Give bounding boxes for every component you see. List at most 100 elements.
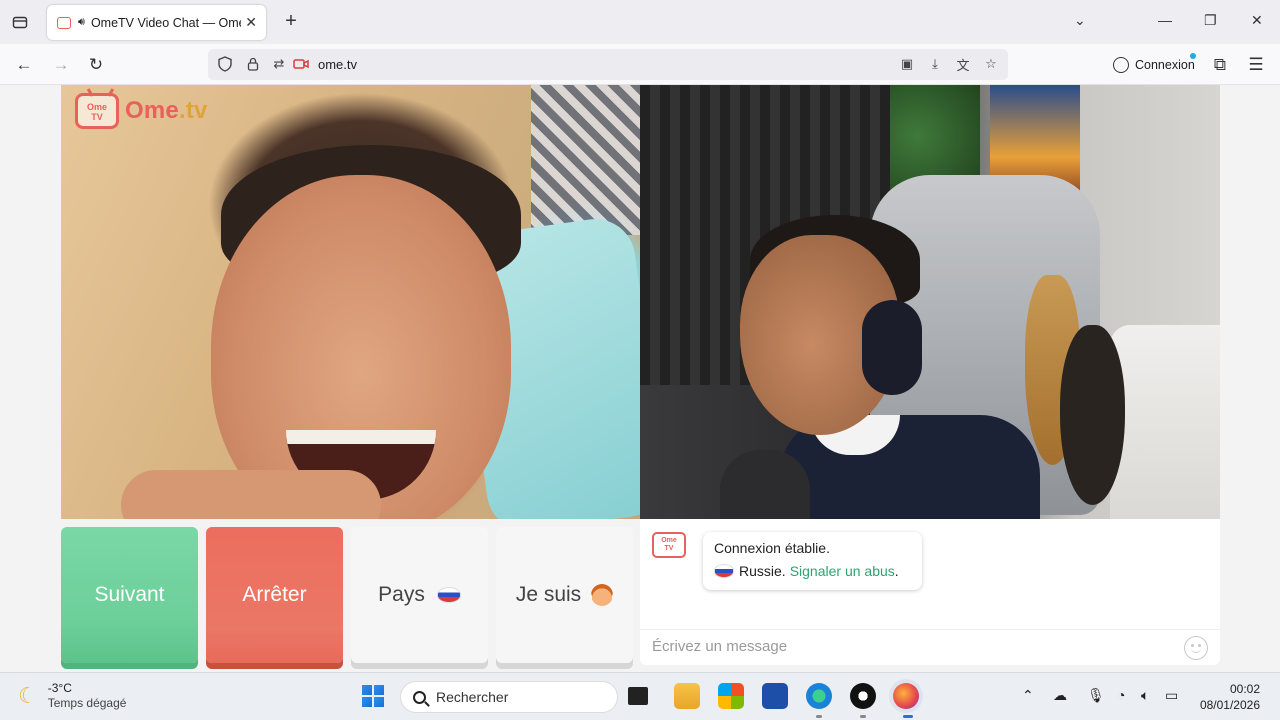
- report-abuse-link[interactable]: Signaler un abus: [790, 563, 895, 579]
- ometv-tv-logo-icon: Ome TV: [75, 93, 119, 129]
- account-icon: [1113, 56, 1129, 73]
- navigation-bar: ← → ↻ ⇄ ome.tv ▣ ⤓ 文 ☆ Connexion ⧉ ☰: [0, 44, 1280, 85]
- chat-badge-line1: Ome: [661, 537, 677, 544]
- firefox-active-indicator: [903, 715, 913, 718]
- weather-temperature: -3°C: [47, 681, 72, 695]
- tab-bar: 🔊︎ OmeTV Video Chat — Ome ✕ + ⌄ — ❐ ✕: [0, 0, 1280, 44]
- tab-list-button[interactable]: [8, 10, 32, 34]
- address-bar[interactable]: ⇄ ome.tv ▣ ⤓ 文 ☆: [208, 49, 1008, 80]
- boy-avatar-icon: [591, 584, 614, 606]
- logo-wordmark-main: Ome: [125, 97, 179, 124]
- background-bed: [1110, 325, 1220, 519]
- reload-button[interactable]: ↻: [85, 54, 107, 76]
- browser-tab-ometv[interactable]: 🔊︎ OmeTV Video Chat — Ome ✕: [47, 5, 266, 40]
- windows-taskbar: ☾ -3°C Temps dégagé Rechercher ⌃ ☁ 🎙︎ ◔ …: [0, 672, 1280, 720]
- remote-video-feed: [640, 85, 1220, 519]
- reader-view-icon[interactable]: ▣: [898, 55, 916, 73]
- system-message-bubble: Connexion établie. Russie. Signaler un a…: [703, 532, 922, 590]
- clock-date: 08/01/2026: [1199, 698, 1260, 712]
- chat-panel: Ome TV Connexion établie. Russie. Signal…: [640, 519, 1220, 665]
- firefox-icon[interactable]: [893, 683, 919, 709]
- obs-running-indicator: [860, 715, 866, 718]
- ometv-favicon-icon: [57, 16, 71, 29]
- extensions-icon[interactable]: ⧉: [1209, 54, 1231, 76]
- forward-button[interactable]: →: [50, 54, 72, 76]
- restore-window-button[interactable]: ❐: [1204, 12, 1217, 29]
- ometv-chat-avatar-icon: Ome TV: [652, 532, 686, 558]
- start-logo-tile: [362, 685, 372, 695]
- start-logo-tile: [374, 697, 384, 707]
- search-icon: [413, 690, 426, 704]
- emoji-picker-icon[interactable]: [1184, 636, 1208, 660]
- file-explorer-icon[interactable]: [674, 683, 700, 709]
- bookmark-star-icon[interactable]: ☆: [982, 55, 1000, 73]
- taskbar-clock[interactable]: 00:02 08/01/2026: [1198, 681, 1260, 713]
- camera-active-icon[interactable]: [292, 55, 310, 73]
- guitar-dark: [1060, 325, 1125, 505]
- save-to-pocket-icon[interactable]: ⤓: [926, 55, 944, 73]
- clock-time: 00:02: [1229, 682, 1260, 696]
- ometv-page: Ome TV Ome.tv Suivant Arrêter Pays Je su…: [0, 85, 1280, 672]
- tab-title: OmeTV Video Chat — Ome: [90, 15, 241, 30]
- weather-widget[interactable]: ☾ -3°C Temps dégagé: [18, 681, 126, 711]
- zoom-like-app-icon[interactable]: [762, 683, 788, 709]
- account-button-label: Connexion: [1135, 57, 1195, 72]
- start-logo-tile: [362, 697, 372, 707]
- local-video-feed: Ome TV Ome.tv: [61, 85, 640, 519]
- microsoft-store-icon[interactable]: [718, 683, 744, 709]
- weather-condition: Temps dégagé: [47, 696, 127, 710]
- russia-flag-icon: [714, 564, 734, 578]
- permissions-icon[interactable]: ⇄: [270, 55, 288, 73]
- tab-overflow-chevron-icon[interactable]: ⌄: [1074, 12, 1086, 29]
- microphone-icon[interactable]: 🎙︎: [1087, 687, 1105, 704]
- partner-country-line: Russie. Signaler un abus.: [714, 563, 912, 579]
- logo-wordmark-suffix: .tv: [178, 97, 208, 124]
- url-text: ome.tv: [318, 57, 358, 72]
- stop-button-label: Arrêter: [242, 583, 307, 606]
- country-select-button[interactable]: Pays: [351, 527, 488, 663]
- account-signin-button[interactable]: Connexion: [1105, 49, 1200, 80]
- menu-hamburger-icon[interactable]: ☰: [1245, 54, 1267, 76]
- speaker-icon[interactable]: 🔊︎: [78, 16, 85, 29]
- gender-button-label: Je suis: [515, 583, 582, 606]
- lock-icon[interactable]: [244, 55, 262, 73]
- logo-wordmark: Ome.tv: [125, 97, 208, 125]
- moon-icon: ☾: [18, 683, 38, 708]
- new-tab-button[interactable]: +: [280, 10, 302, 32]
- ometv-logo[interactable]: Ome TV Ome.tv: [75, 93, 208, 129]
- chat-input-row: [640, 629, 1220, 665]
- person-headphones: [862, 300, 922, 395]
- edge-browser-icon[interactable]: [806, 683, 832, 709]
- onedrive-cloud-icon[interactable]: ☁: [1053, 687, 1067, 704]
- chat-message-input[interactable]: [652, 638, 1152, 655]
- translate-icon[interactable]: 文: [954, 55, 972, 73]
- minimize-window-button[interactable]: —: [1158, 12, 1172, 28]
- show-hidden-icons-chevron-icon[interactable]: ⌃: [1022, 687, 1034, 704]
- next-button-label: Suivant: [94, 583, 165, 606]
- russia-flag-icon: [436, 587, 461, 603]
- start-logo-tile: [374, 685, 384, 695]
- tracking-shield-icon[interactable]: [216, 55, 234, 73]
- logo-badge-line2: TV: [91, 112, 103, 122]
- wifi-icon[interactable]: ◔: [1117, 687, 1125, 703]
- microphone: [720, 450, 810, 519]
- taskbar-search-label: Rechercher: [436, 689, 509, 705]
- task-view-icon[interactable]: [628, 687, 648, 705]
- back-button[interactable]: ←: [13, 54, 35, 76]
- taskbar-search-box[interactable]: Rechercher: [400, 681, 618, 713]
- gender-select-button[interactable]: Je suis: [496, 527, 633, 663]
- edge-running-indicator: [816, 715, 822, 718]
- country-button-label: Pays: [378, 583, 425, 606]
- close-window-button[interactable]: ✕: [1251, 12, 1263, 29]
- volume-icon[interactable]: 🔈︎: [1141, 687, 1149, 704]
- stop-button[interactable]: Arrêter: [206, 527, 343, 663]
- battery-icon[interactable]: ▭: [1165, 687, 1178, 704]
- person-hand: [121, 470, 381, 519]
- close-tab-icon[interactable]: ✕: [245, 14, 257, 31]
- tab-list-icon: [12, 16, 28, 29]
- next-button[interactable]: Suivant: [61, 527, 198, 663]
- start-button[interactable]: [362, 685, 384, 707]
- obs-studio-icon[interactable]: [850, 683, 876, 709]
- notification-dot: [1190, 53, 1196, 59]
- logo-badge-line1: Ome: [86, 102, 107, 112]
